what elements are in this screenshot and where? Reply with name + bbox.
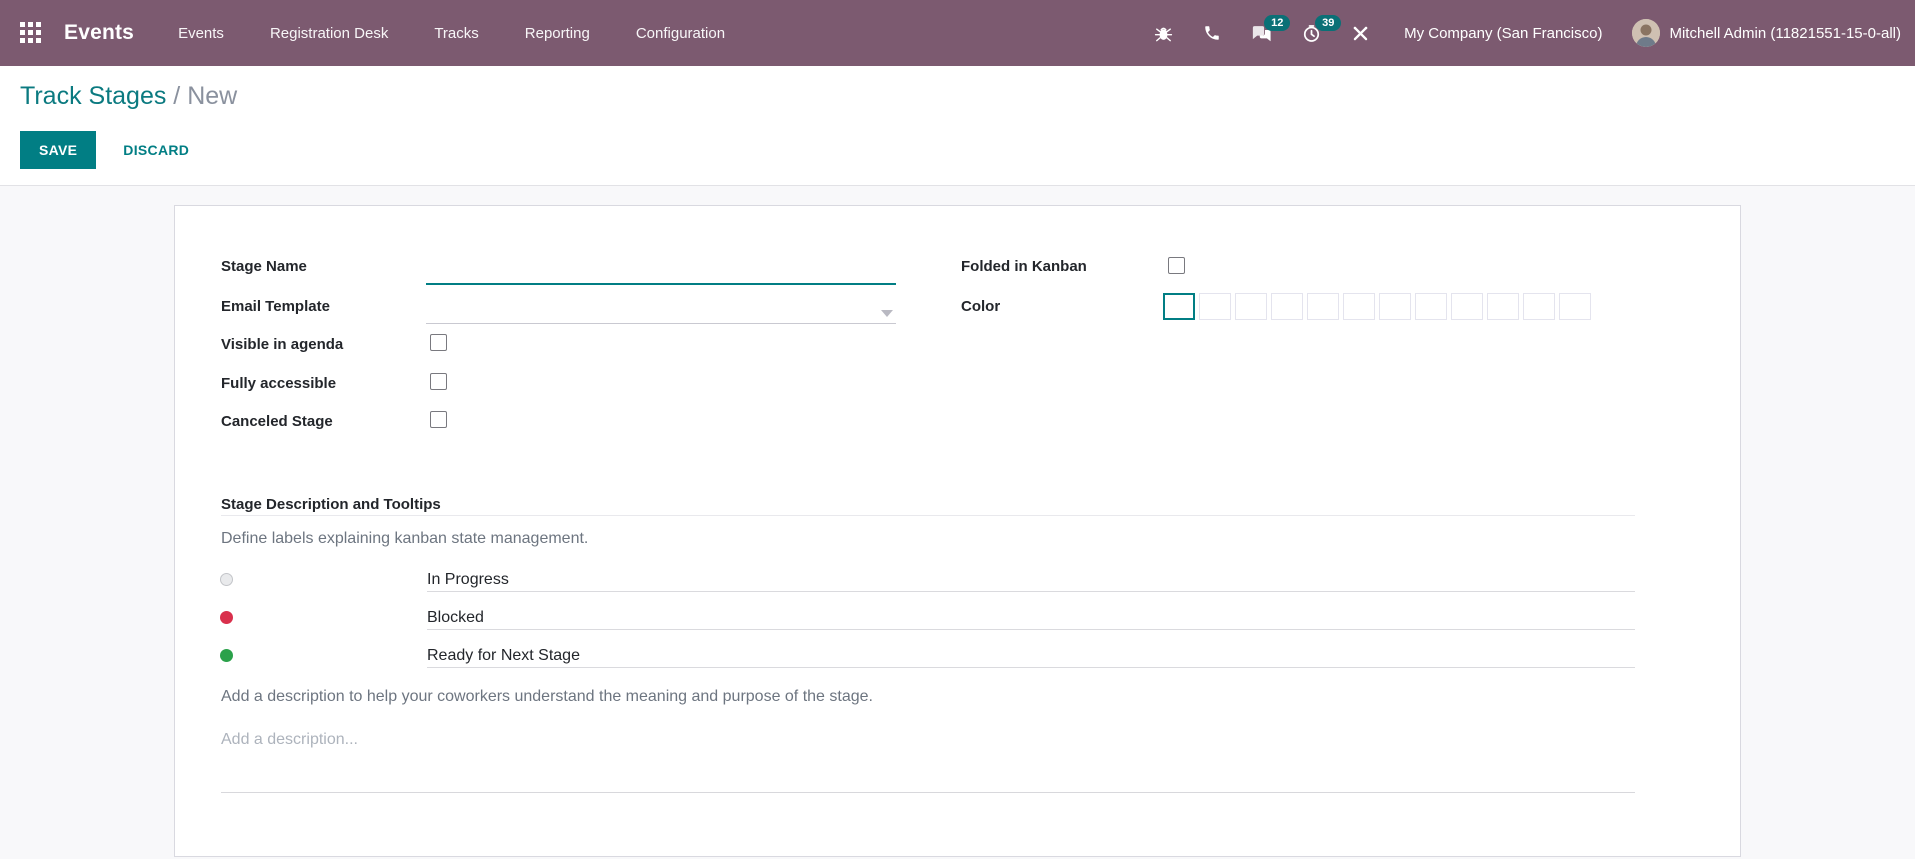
color-picker — [1163, 293, 1595, 320]
color-swatch[interactable] — [1199, 293, 1231, 320]
breadcrumb-new: New — [187, 82, 238, 110]
color-swatch[interactable] — [1415, 293, 1447, 320]
menu-item-reporting[interactable]: Reporting — [525, 25, 590, 42]
user-avatar — [1632, 19, 1661, 47]
fully-accessible-label: Fully accessible — [221, 375, 337, 392]
fully-accessible-checkbox[interactable] — [430, 373, 447, 390]
kanban-help-text: Define labels explaining kanban state ma… — [221, 530, 589, 547]
description-input[interactable] — [221, 728, 1635, 752]
breadcrumb: Track Stages / New — [20, 81, 1915, 111]
color-swatch[interactable] — [1307, 293, 1339, 320]
visible-in-agenda-label: Visible in agenda — [221, 336, 344, 353]
activities-icon[interactable]: 39 — [1302, 14, 1342, 43]
breadcrumb-track-stages[interactable]: Track Stages — [20, 82, 166, 110]
color-swatch-none[interactable] — [1163, 293, 1195, 320]
menu-item-registration-desk[interactable]: Registration Desk — [270, 25, 388, 42]
email-template-label: Email Template — [221, 298, 330, 315]
kanban-state-dot-ready — [220, 649, 233, 662]
discard-button[interactable]: DISCARD — [123, 142, 189, 158]
color-label: Color — [961, 298, 1001, 315]
user-menu[interactable]: Mitchell Admin (11821551-15-0-all) — [1632, 19, 1901, 47]
visible-in-agenda-checkbox[interactable] — [430, 334, 447, 351]
color-swatch[interactable] — [1523, 293, 1555, 320]
company-switcher[interactable]: My Company (San Francisco) — [1404, 25, 1602, 42]
section-title: Stage Description and Tooltips — [221, 496, 441, 513]
bug-icon[interactable] — [1154, 24, 1173, 43]
apps-grid-icon[interactable] — [20, 21, 44, 45]
canceled-stage-checkbox[interactable] — [430, 411, 447, 428]
kanban-state-ready-input[interactable] — [427, 644, 1635, 668]
color-swatch[interactable] — [1379, 293, 1411, 320]
color-swatch[interactable] — [1487, 293, 1519, 320]
canceled-stage-label: Canceled Stage — [221, 413, 333, 430]
systray: 12 39 — [1124, 14, 1370, 43]
app-name[interactable]: Events — [64, 21, 134, 45]
menu-item-tracks[interactable]: Tracks — [434, 25, 478, 42]
color-swatch[interactable] — [1271, 293, 1303, 320]
save-button[interactable]: SAVE — [20, 131, 97, 169]
stage-name-input[interactable] — [426, 259, 896, 285]
control-panel: Track Stages / New SAVE DISCARD — [0, 66, 1915, 186]
color-swatch[interactable] — [1343, 293, 1375, 320]
action-buttons: SAVE DISCARD — [20, 131, 1915, 169]
messages-icon[interactable]: 12 — [1251, 14, 1291, 43]
tools-icon[interactable] — [1351, 24, 1370, 43]
kanban-state-dot-muted — [220, 573, 233, 586]
track-stage-form: Stage Name Email Template Visible in age… — [174, 205, 1741, 857]
breadcrumb-separator: / — [166, 82, 188, 110]
messages-badge: 12 — [1264, 14, 1291, 31]
top-navbar: Events Events Registration Desk Tracks R… — [0, 0, 1915, 66]
kanban-state-dot-blocked — [220, 611, 233, 624]
kanban-state-in-progress-input[interactable] — [427, 568, 1635, 592]
description-help-text: Add a description to help your coworkers… — [221, 688, 873, 705]
menu-item-events[interactable]: Events — [178, 25, 224, 42]
activities-badge: 39 — [1315, 14, 1342, 31]
description-divider — [221, 792, 1635, 793]
email-template-input[interactable] — [426, 298, 896, 324]
kanban-state-blocked-input[interactable] — [427, 606, 1635, 630]
color-swatch[interactable] — [1451, 293, 1483, 320]
color-swatch[interactable] — [1559, 293, 1591, 320]
content-area: Stage Name Email Template Visible in age… — [0, 186, 1915, 857]
main-menu: Events Registration Desk Tracks Reportin… — [178, 25, 771, 42]
section-divider — [221, 515, 1635, 516]
stage-name-label: Stage Name — [221, 258, 307, 275]
menu-item-configuration[interactable]: Configuration — [636, 25, 725, 42]
phone-icon[interactable] — [1203, 24, 1221, 42]
folded-in-kanban-label: Folded in Kanban — [961, 258, 1087, 275]
color-swatch[interactable] — [1235, 293, 1267, 320]
chevron-down-icon[interactable] — [881, 310, 893, 317]
user-name: Mitchell Admin (11821551-15-0-all) — [1669, 24, 1901, 42]
folded-in-kanban-checkbox[interactable] — [1168, 257, 1185, 274]
